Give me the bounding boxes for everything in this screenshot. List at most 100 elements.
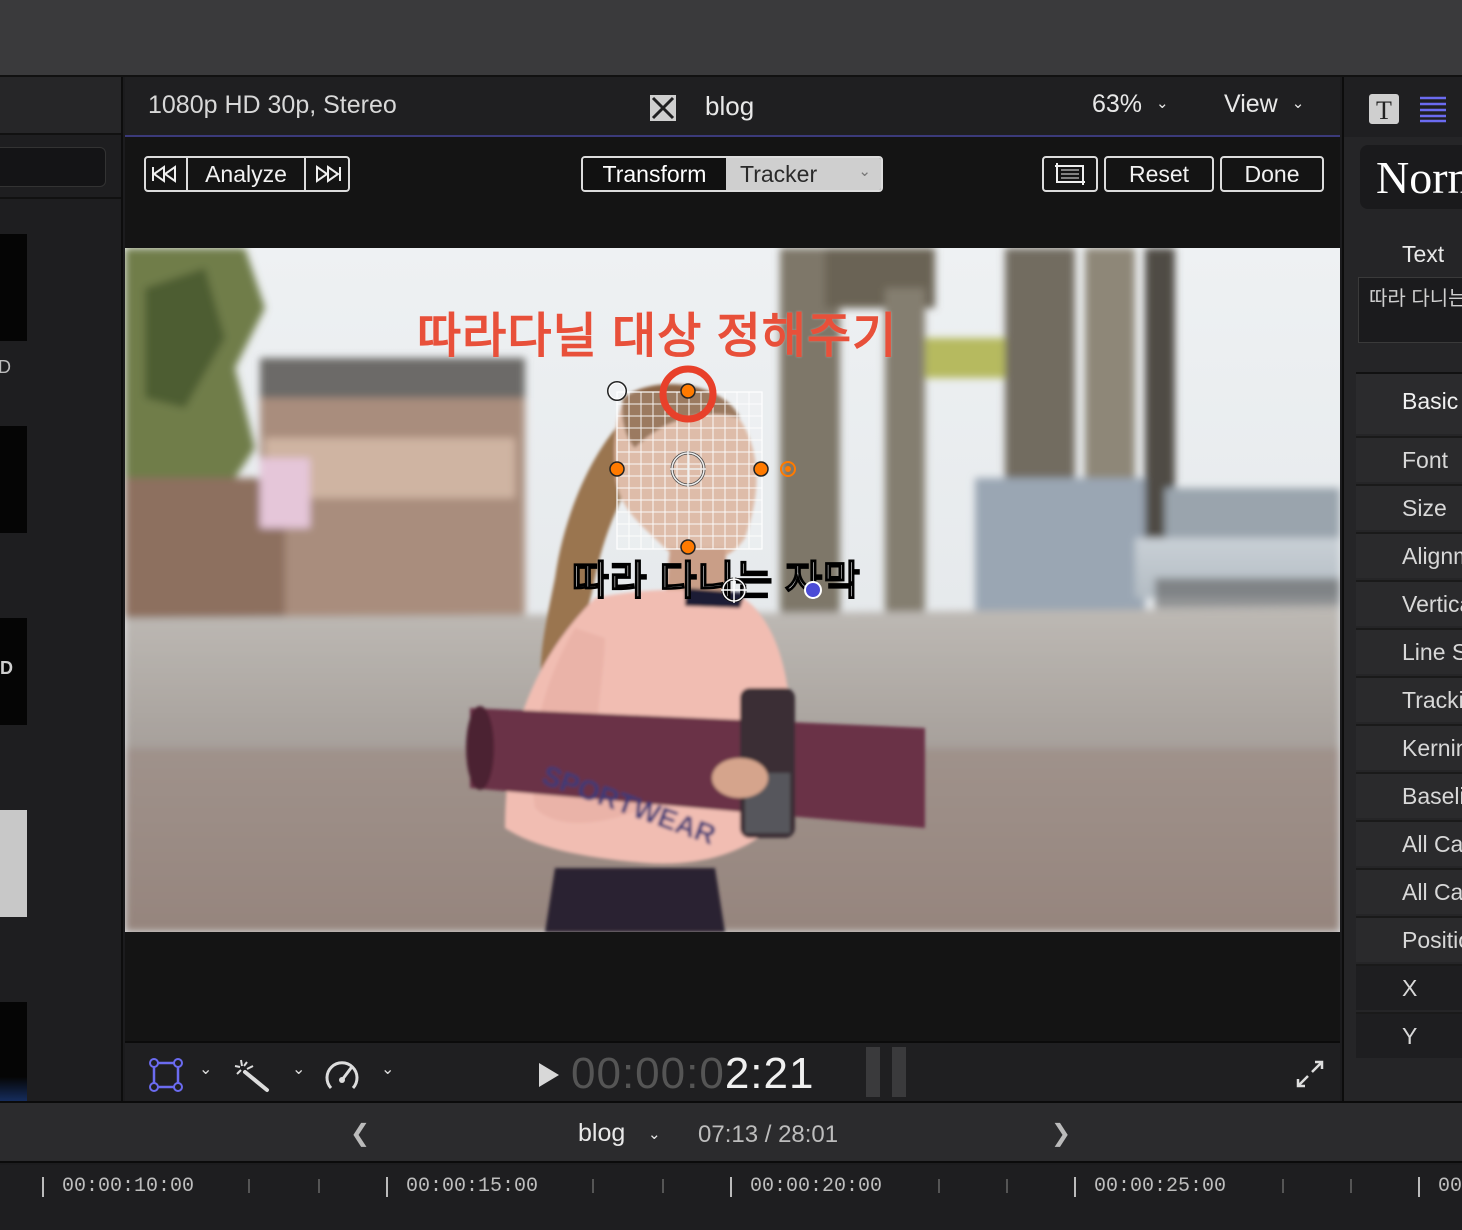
fullscreen-icon[interactable]: [1295, 1059, 1325, 1089]
row-label: All Caps: [1402, 831, 1462, 857]
ruler-minor-tick: [938, 1179, 940, 1193]
row-label: Vertical: [1402, 591, 1462, 617]
paragraph-lines-icon[interactable]: [1418, 95, 1448, 123]
resize-handle-top: [680, 383, 696, 399]
clip-thumbnail[interactable]: [0, 234, 27, 341]
ruler-minor-tick: [592, 1179, 594, 1193]
text-field-value: 따라 다니는 자막: [1369, 288, 1462, 310]
inspector-row[interactable]: All Caps: [1356, 820, 1462, 866]
browser-search-field[interactable]: [0, 147, 106, 187]
analyze-backward-button[interactable]: [146, 158, 188, 190]
reset-button[interactable]: Reset: [1104, 156, 1214, 192]
rotation-handle[interactable]: [607, 381, 627, 401]
tab-tracker[interactable]: Tracker ⌄: [726, 158, 881, 190]
history-back-button[interactable]: ❮: [350, 1119, 370, 1148]
inspector-row[interactable]: All Caps Size: [1356, 868, 1462, 914]
play-button[interactable]: [539, 1063, 559, 1087]
transform-tool-icon[interactable]: [149, 1058, 183, 1092]
ruler-minor-tick: [1006, 1179, 1008, 1193]
resize-handle-bottom: [680, 539, 696, 555]
view-menu[interactable]: View ⌄: [1224, 90, 1304, 119]
crop-preset-button[interactable]: [1042, 156, 1098, 192]
row-label: Font: [1402, 447, 1449, 473]
clip-title: blog: [705, 91, 755, 121]
inspector-row[interactable]: Y: [1356, 1012, 1462, 1058]
zoom-menu[interactable]: 63% ⌄: [1092, 90, 1169, 119]
chevron-down-icon[interactable]: ⌄: [199, 1059, 212, 1079]
timecode-value: 2:21: [724, 1049, 815, 1098]
clip-thumbnail[interactable]: [0, 1002, 27, 1109]
inspector-row[interactable]: Alignment: [1356, 532, 1462, 578]
retime-speedometer-icon[interactable]: [323, 1058, 361, 1094]
ruler-label: 00:00:30:00: [1438, 1175, 1462, 1198]
clip-thumbnail[interactable]: [0, 810, 27, 917]
timecode-display[interactable]: 00:00:02:21: [571, 1049, 814, 1099]
ruler-major-tick: [386, 1177, 388, 1197]
ruler-minor-tick: [318, 1179, 320, 1193]
chevron-down-icon[interactable]: ⌄: [292, 1059, 305, 1079]
clip-label-fragment: D: [0, 357, 11, 377]
onscreen-control-selector: Transform Tracker ⌄: [581, 156, 883, 192]
chevron-down-icon: ⌄: [858, 163, 871, 180]
inspector-row[interactable]: X: [1356, 964, 1462, 1010]
ruler-label: 00:00:10:00: [62, 1175, 195, 1198]
crop-frame-icon: [1055, 163, 1085, 185]
rewind-icon: [152, 165, 176, 183]
clip-thumbnail[interactable]: [0, 426, 27, 533]
window-toolbar: [0, 0, 1462, 77]
chevron-down-icon[interactable]: ⌄: [648, 1125, 661, 1143]
analyze-forward-button[interactable]: [306, 158, 348, 190]
viewer-header: 1080p HD 30p, Stereo blog 63% ⌄ View ⌄: [125, 77, 1340, 137]
row-label: Baseline: [1402, 783, 1462, 809]
timeline-header: ❮ blog ⌄ 07:13 / 28:01 ❯: [0, 1101, 1462, 1163]
ruler-major-tick: [1074, 1177, 1076, 1197]
row-label: Position: [1402, 927, 1462, 953]
anchor-point-handle[interactable]: [804, 581, 822, 599]
browser-header: [0, 77, 121, 135]
ruler-label: 00:00:15:00: [406, 1175, 539, 1198]
row-label: Kerning: [1402, 735, 1462, 761]
inspector-row[interactable]: Position: [1356, 916, 1462, 962]
divider: [0, 197, 121, 199]
text-inspector-icon[interactable]: T: [1368, 93, 1400, 125]
done-button[interactable]: Done: [1220, 156, 1324, 192]
inspector-row[interactable]: Size: [1356, 484, 1462, 530]
ruler-label-clip: 00:00:30:00: [1438, 1165, 1462, 1230]
text-preset-preview[interactable]: Normal: [1360, 145, 1462, 209]
row-label: Tracking: [1402, 687, 1462, 713]
inspector-row[interactable]: Font: [1356, 436, 1462, 482]
row-label: X: [1402, 975, 1418, 1001]
timeline-project-name[interactable]: blog: [578, 1119, 625, 1148]
basic-section-header[interactable]: Basic: [1356, 372, 1462, 434]
text-field[interactable]: 따라 다니는 자막: [1358, 277, 1462, 343]
row-label: All Caps Size: [1402, 879, 1462, 905]
viewer: 1080p HD 30p, Stereo blog 63% ⌄ View ⌄ Ana…: [125, 77, 1340, 1101]
text-section-label: Text: [1402, 241, 1445, 267]
ruler-minor-tick: [248, 1179, 250, 1193]
chevron-down-icon: ⌄: [1156, 95, 1169, 112]
audio-meter-icon[interactable]: [866, 1047, 906, 1097]
video-canvas[interactable]: SPORTWEAR 따라다닐 대상 정해주기 따라 다니는 자막: [125, 248, 1340, 932]
viewer-transport-bar: ⌄ ⌄ ⌄ 00:00:02:21: [125, 1041, 1340, 1101]
inspector-row[interactable]: Tracking: [1356, 676, 1462, 722]
history-forward-button[interactable]: ❯: [1051, 1119, 1071, 1148]
inspector-row[interactable]: Vertical: [1356, 580, 1462, 626]
inspector-row[interactable]: Baseline: [1356, 772, 1462, 818]
inspector-row[interactable]: Kerning: [1356, 724, 1462, 770]
ruler-major-tick: [730, 1177, 732, 1197]
inspector-row[interactable]: Line Spacing: [1356, 628, 1462, 674]
browser-pane: D D: [0, 77, 123, 1109]
ruler-minor-tick: [1350, 1179, 1352, 1193]
ruler-minor-tick: [662, 1179, 664, 1193]
tab-transform[interactable]: Transform: [583, 158, 726, 190]
chevron-down-icon[interactable]: ⌄: [381, 1059, 394, 1079]
row-label: Size: [1402, 495, 1447, 521]
ruler-label: 00:00:25:00: [1094, 1175, 1227, 1198]
timeline-ruler[interactable]: 00:00:10:00 00:00:15:00 00:00:20:00 00:0…: [0, 1165, 1462, 1230]
magic-wand-icon[interactable]: [233, 1058, 273, 1094]
text-position-crosshair[interactable]: [721, 577, 747, 603]
row-label: Line Spacing: [1402, 639, 1462, 665]
clip-thumbnail[interactable]: D: [0, 618, 27, 725]
ruler-major-tick: [1418, 1177, 1420, 1197]
analyze-button[interactable]: Analyze: [188, 158, 306, 190]
